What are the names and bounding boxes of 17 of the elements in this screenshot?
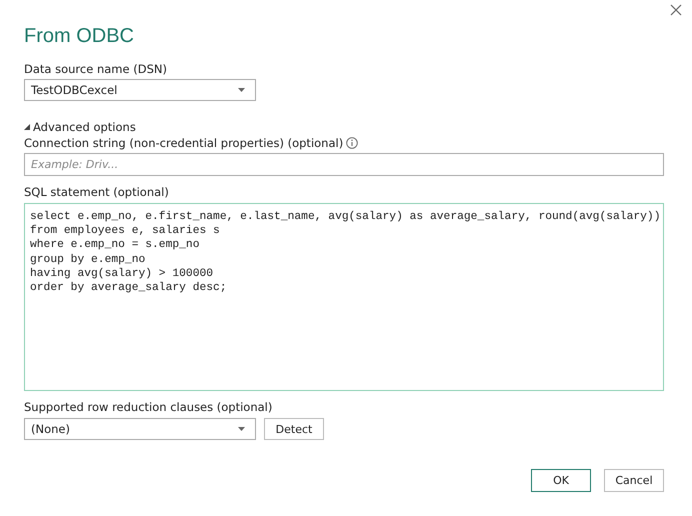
connection-string-label: Connection string (non-credential properties) (optional) (24, 135, 344, 151)
caret-icon (238, 427, 245, 431)
advanced-options-toggle[interactable]: Advanced options (24, 119, 136, 135)
caret-icon (238, 88, 245, 92)
row-reduction-dropdown[interactable]: (None) (24, 418, 256, 440)
dsn-dropdown[interactable]: TestODBCexcel (24, 79, 256, 101)
connection-string-field[interactable]: Example: Driv... (24, 153, 664, 176)
sql-field[interactable]: select e.emp_no, e.first_name, e.last_name, avg(salary) as average_salary, round(avg(salary)) from employees e, salaries s where e.emp_no = s.emp_no group by e.emp_no having avg(salary) > 100000 order by average_salary desc; (24, 203, 664, 391)
detect-button[interactable]: Detect (264, 418, 324, 440)
dsn-label: Data source name (DSN) (24, 61, 168, 77)
dialog-title: From ODBC (24, 25, 135, 49)
sql-label: SQL statement (optional) (24, 184, 170, 200)
close-icon[interactable] (670, 4, 682, 16)
info-icon[interactable] (346, 137, 358, 149)
cancel-button[interactable]: Cancel (604, 469, 664, 492)
ok-button[interactable]: OK (531, 469, 591, 492)
row-reduction-label: Supported row reduction clauses (optional) (24, 399, 274, 415)
